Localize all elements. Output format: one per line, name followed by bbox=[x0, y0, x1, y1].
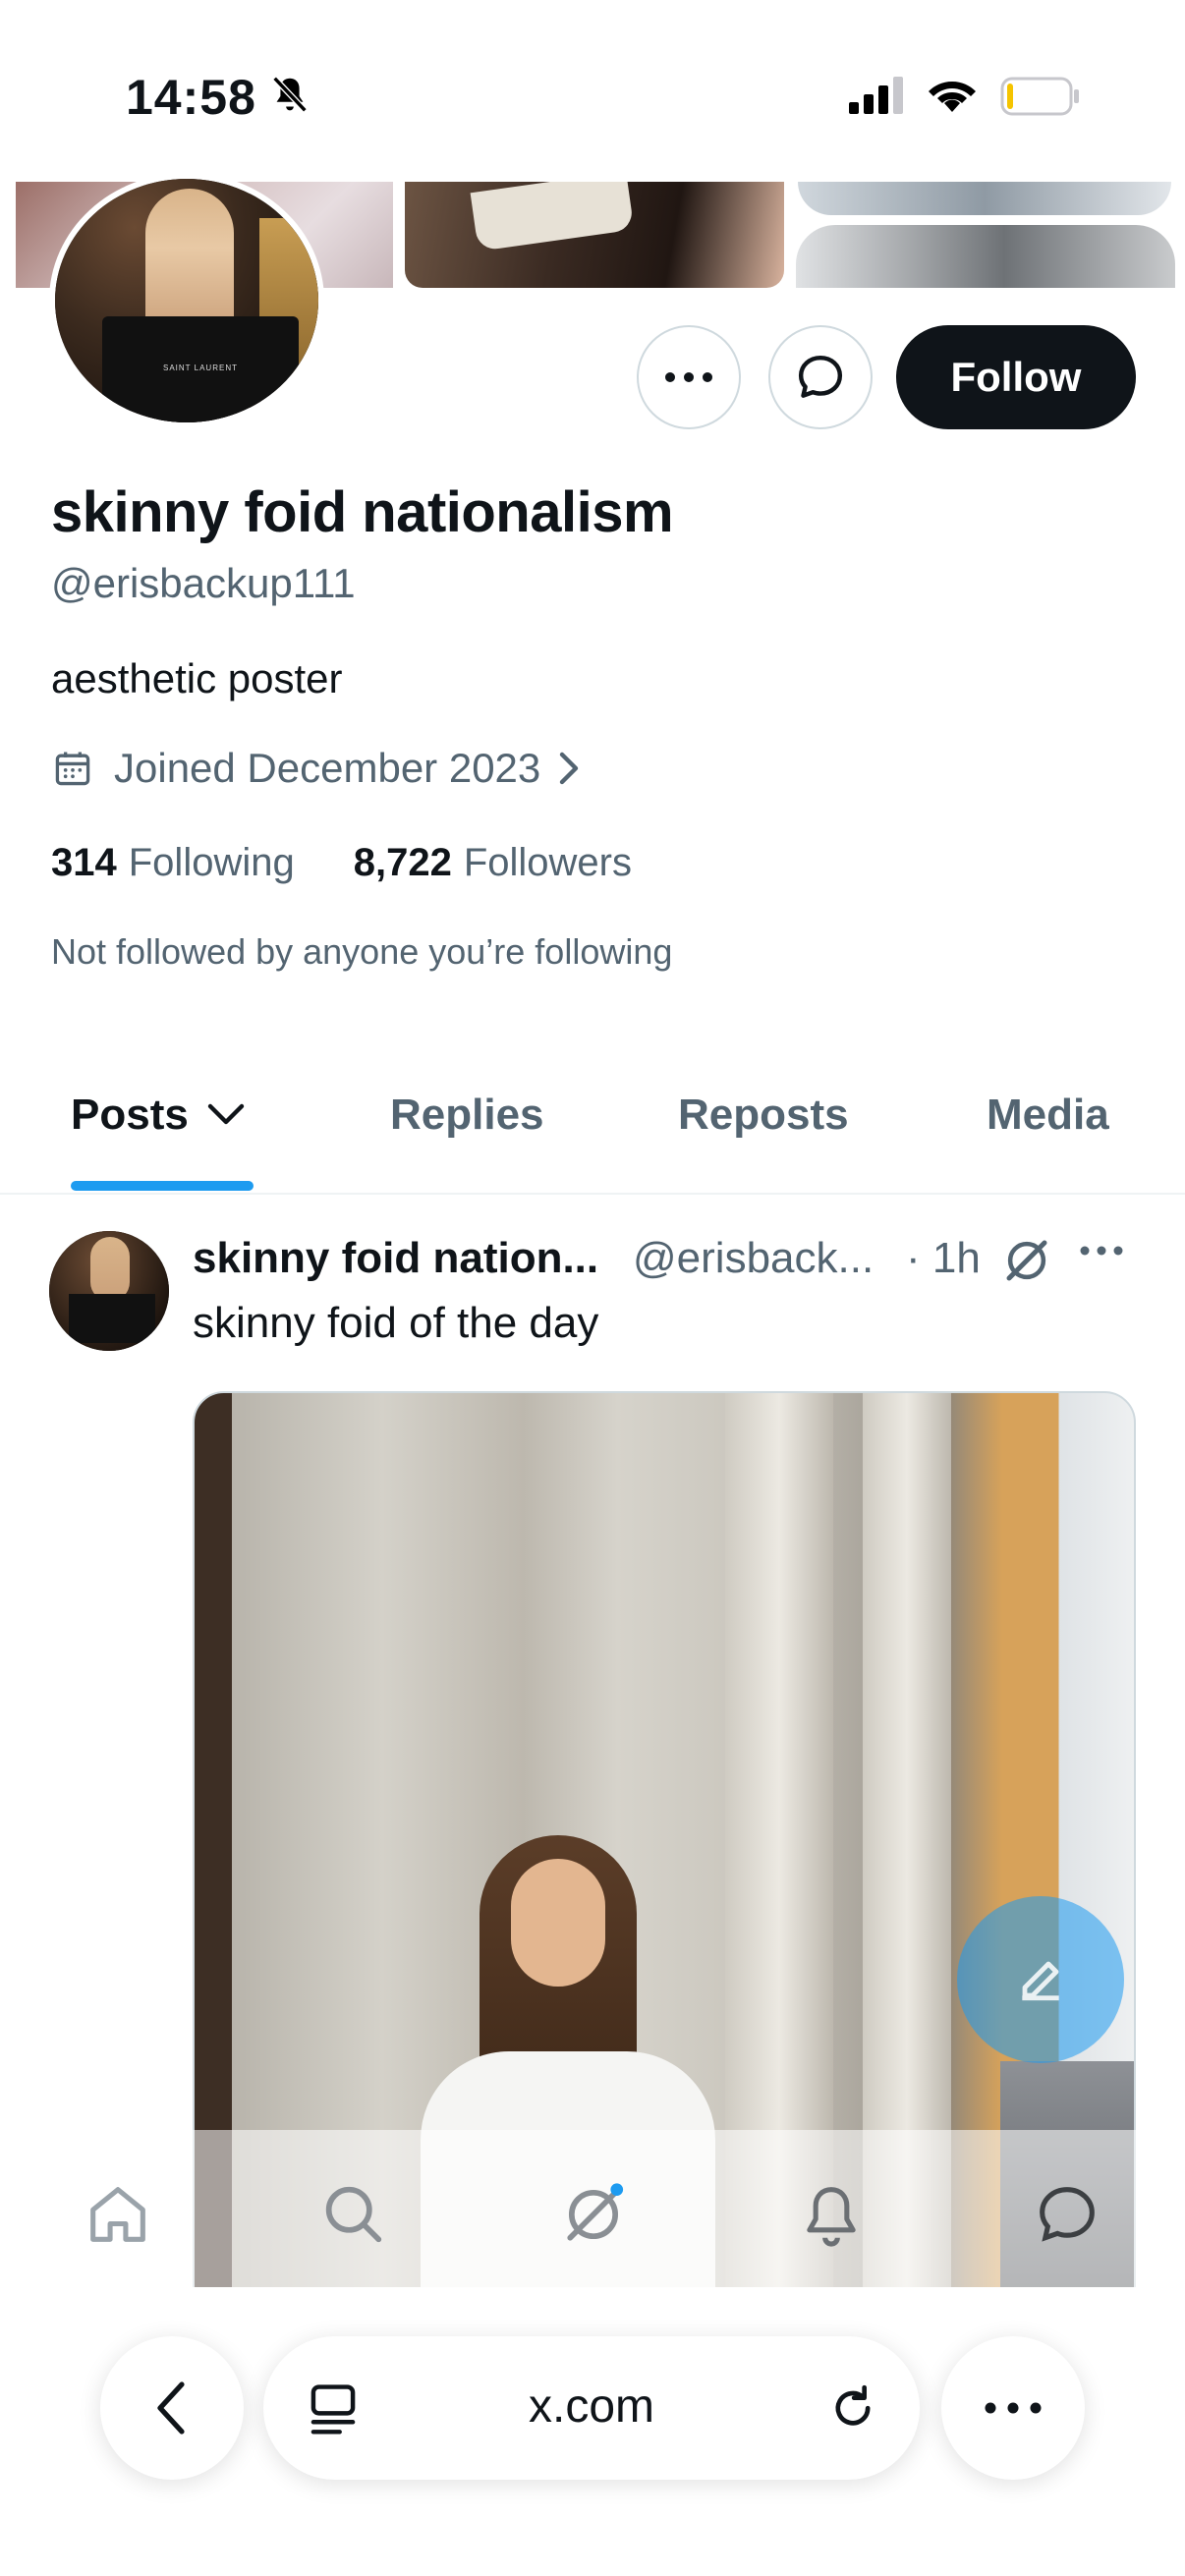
battery-icon bbox=[1000, 77, 1081, 121]
chevron-left-icon bbox=[157, 2381, 185, 2435]
chevron-down-icon bbox=[207, 1103, 245, 1125]
followers-label: Followers bbox=[463, 841, 632, 884]
tab-replies[interactable]: Replies bbox=[390, 1091, 544, 1140]
post-text: skinny foid of the day bbox=[193, 1299, 599, 1347]
following-count: 314 bbox=[51, 841, 117, 884]
message-button[interactable] bbox=[768, 325, 873, 429]
avatar-bag-text: SAINT LAURENT bbox=[163, 364, 238, 372]
search-icon[interactable] bbox=[316, 2177, 391, 2257]
banner-image bbox=[405, 182, 784, 288]
more-icon bbox=[665, 372, 712, 382]
bottom-navigation bbox=[0, 2130, 1185, 2287]
more-options-button[interactable] bbox=[637, 325, 741, 429]
profile-tabs: Posts Replies Reposts Media bbox=[0, 1071, 1185, 1195]
grok-icon[interactable] bbox=[1000, 1234, 1053, 1292]
home-icon[interactable] bbox=[81, 2177, 155, 2257]
grok-nav-icon[interactable] bbox=[556, 2177, 631, 2257]
joined-text: Joined December 2023 bbox=[114, 745, 541, 791]
post-author-avatar[interactable] bbox=[49, 1231, 169, 1351]
browser-more-button[interactable] bbox=[941, 2336, 1085, 2480]
not-followed-note: Not followed by anyone you’re following bbox=[51, 931, 673, 972]
banner-image bbox=[796, 225, 1175, 288]
post-author-handle[interactable]: @erisback... bbox=[633, 1234, 874, 1283]
chevron-right-icon bbox=[560, 752, 579, 785]
follow-stats: 314 Following 8,722 Followers bbox=[51, 841, 691, 885]
wifi-icon bbox=[926, 73, 979, 119]
compose-button[interactable] bbox=[957, 1896, 1124, 2063]
post-author-name[interactable]: skinny foid nation... bbox=[193, 1234, 598, 1283]
more-icon bbox=[985, 2402, 1042, 2414]
following-link[interactable]: 314 Following bbox=[51, 841, 295, 885]
browser-back-button[interactable] bbox=[100, 2336, 244, 2480]
post-more-icon[interactable] bbox=[1079, 1244, 1124, 1261]
status-bar: 14:58 bbox=[0, 0, 1185, 182]
profile-handle: @erisbackup111 bbox=[51, 560, 356, 606]
reload-icon[interactable] bbox=[825, 2380, 880, 2439]
messages-icon[interactable] bbox=[1030, 2177, 1104, 2257]
message-icon bbox=[798, 355, 843, 398]
compose-icon bbox=[1022, 1961, 1059, 2001]
followers-link[interactable]: 8,722 Followers bbox=[354, 841, 632, 885]
url-text: x.com bbox=[528, 2380, 654, 2433]
bell-slash-icon bbox=[267, 73, 312, 123]
profile-avatar[interactable]: SAINT LAURENT bbox=[49, 173, 324, 428]
bell-icon[interactable] bbox=[794, 2177, 869, 2257]
browser-toolbar: x.com bbox=[0, 2287, 1185, 2576]
profile-display-name: skinny foid nationalism bbox=[51, 480, 674, 544]
tab-media[interactable]: Media bbox=[987, 1091, 1109, 1140]
status-time: 14:58 bbox=[126, 70, 256, 125]
follow-button[interactable]: Follow bbox=[896, 325, 1136, 429]
joined-date[interactable]: Joined December 2023 bbox=[51, 745, 584, 792]
signal-icon bbox=[849, 77, 906, 119]
address-bar[interactable]: x.com bbox=[263, 2336, 920, 2480]
active-tab-indicator bbox=[71, 1181, 254, 1191]
tab-posts[interactable]: Posts bbox=[71, 1091, 246, 1140]
profile-bio: aesthetic poster bbox=[51, 655, 343, 701]
tab-reposts[interactable]: Reposts bbox=[678, 1091, 849, 1140]
banner-image bbox=[798, 182, 1171, 215]
followers-count: 8,722 bbox=[353, 841, 452, 884]
calendar-icon bbox=[55, 752, 90, 786]
following-label: Following bbox=[128, 841, 295, 884]
tab-label: Posts bbox=[71, 1091, 189, 1139]
post-timestamp[interactable]: · 1h bbox=[906, 1234, 981, 1283]
